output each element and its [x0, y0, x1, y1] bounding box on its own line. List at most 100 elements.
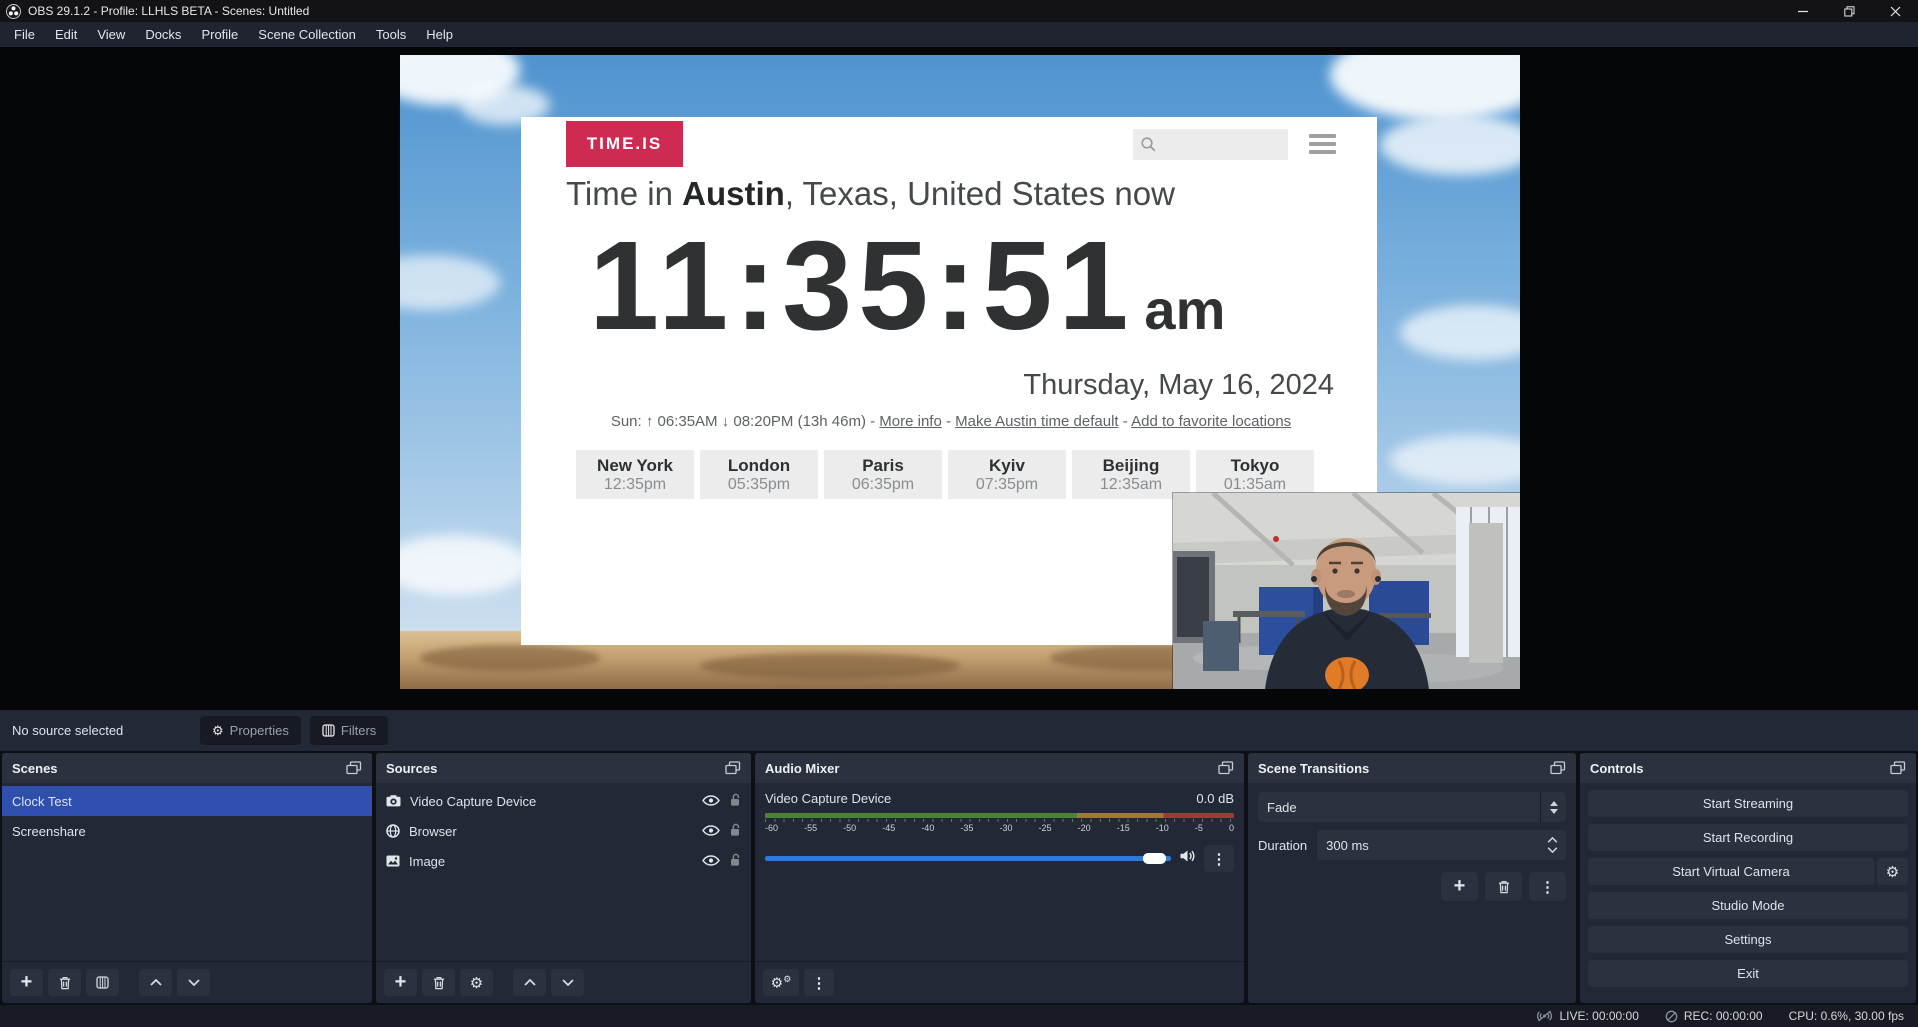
restore-button[interactable]	[1826, 0, 1872, 22]
sources-toolbar: + ⚙	[376, 961, 751, 1003]
menu-help[interactable]: Help	[416, 22, 463, 47]
webcam-video	[1173, 493, 1520, 689]
filter-icon	[322, 724, 335, 737]
duration-spinbox[interactable]: 300 ms	[1317, 830, 1566, 860]
remove-transition-button[interactable]	[1485, 872, 1522, 901]
add-transition-button[interactable]: +	[1441, 872, 1478, 901]
filters-button[interactable]: Filters	[310, 716, 388, 745]
no-source-label: No source selected	[12, 723, 200, 738]
mixer-menu-button[interactable]: ⋮	[804, 969, 834, 996]
source-toolbar: No source selected ⚙ Properties Filters	[0, 710, 1918, 751]
mixer-db-value: 0.0 dB	[1196, 791, 1234, 806]
add-scene-button[interactable]: +	[10, 969, 43, 996]
menu-docks[interactable]: Docks	[135, 22, 191, 47]
transition-properties-button[interactable]: ⋮	[1529, 872, 1566, 901]
visibility-eye-icon[interactable]	[702, 824, 720, 839]
lock-icon[interactable]	[729, 793, 741, 810]
advanced-audio-button[interactable]: ⚙⚙	[763, 969, 799, 996]
scene-transitions-panel: Scene Transitions Fade Duration 300 ms	[1248, 753, 1576, 1003]
settings-button[interactable]: Settings	[1588, 926, 1908, 953]
image-icon	[386, 855, 400, 867]
menu-view[interactable]: View	[87, 22, 135, 47]
controls-panel: Controls Start Streaming Start Recording…	[1580, 753, 1916, 1003]
popout-icon[interactable]	[1218, 761, 1234, 775]
source-properties-button[interactable]: ⚙	[460, 969, 493, 996]
add-source-button[interactable]: +	[384, 969, 417, 996]
exit-button[interactable]: Exit	[1588, 960, 1908, 987]
move-scene-down-button[interactable]	[177, 969, 210, 996]
lock-icon[interactable]	[729, 853, 741, 870]
visibility-eye-icon[interactable]	[702, 854, 720, 869]
trash-icon	[1498, 880, 1510, 894]
search-icon	[1140, 136, 1157, 153]
preview-canvas[interactable]: TIME.IS Time in Austin, Texas, United St…	[400, 55, 1520, 689]
gear-icon: ⚙	[470, 974, 483, 992]
trash-icon	[433, 976, 445, 990]
chevron-up-icon	[524, 979, 536, 986]
move-source-up-button[interactable]	[513, 969, 546, 996]
clock-digits: 11:35:51	[589, 213, 1134, 358]
popout-icon[interactable]	[346, 761, 362, 775]
webcam-source	[1173, 493, 1520, 689]
source-item-video-capture[interactable]: Video Capture Device	[376, 786, 751, 816]
menu-edit[interactable]: Edit	[45, 22, 87, 47]
cloud	[1330, 55, 1520, 120]
menu-file[interactable]: File	[4, 22, 45, 47]
transition-selected-value: Fade	[1258, 800, 1297, 815]
transitions-title: Scene Transitions	[1258, 761, 1369, 776]
volume-slider-handle[interactable]	[1143, 853, 1166, 864]
dock-area: Scenes Clock Test Screenshare + Sources …	[0, 751, 1918, 1005]
live-status: LIVE: 00:00:00	[1536, 1009, 1638, 1023]
start-streaming-button[interactable]: Start Streaming	[1588, 790, 1908, 817]
move-scene-up-button[interactable]	[139, 969, 172, 996]
world-clock-tokyo: Tokyo01:35am	[1196, 450, 1314, 499]
hamburger-menu-icon	[1309, 134, 1336, 158]
filter-icon	[96, 976, 109, 989]
source-item-browser[interactable]: Browser	[376, 816, 751, 846]
globe-icon	[386, 824, 400, 838]
mixer-channel-menu-button[interactable]: ⋮	[1204, 845, 1234, 872]
mixer-channel-name: Video Capture Device	[765, 791, 891, 806]
scene-filters-button[interactable]	[86, 969, 119, 996]
scene-item-clock-test[interactable]: Clock Test	[2, 786, 372, 816]
close-button[interactable]	[1872, 0, 1918, 22]
world-clock-kyiv: Kyiv07:35pm	[948, 450, 1066, 499]
duration-value: 300 ms	[1317, 838, 1369, 853]
obs-logo-icon	[6, 4, 21, 19]
start-virtual-camera-button[interactable]: Start Virtual Camera	[1588, 858, 1874, 885]
minimize-button[interactable]	[1780, 0, 1826, 22]
properties-button[interactable]: ⚙ Properties	[200, 716, 301, 745]
clock-ampm: am	[1144, 277, 1225, 342]
remove-scene-button[interactable]	[48, 969, 81, 996]
menu-tools[interactable]: Tools	[366, 22, 416, 47]
studio-mode-button[interactable]: Studio Mode	[1588, 892, 1908, 919]
menu-profile[interactable]: Profile	[191, 22, 248, 47]
move-source-down-button[interactable]	[551, 969, 584, 996]
scene-item-screenshare[interactable]: Screenshare	[2, 816, 372, 846]
menu-scene-collection[interactable]: Scene Collection	[248, 22, 366, 47]
combo-arrows-icon	[1540, 792, 1566, 822]
mixer-toolbar: ⚙⚙ ⋮	[755, 961, 1244, 1003]
speaker-icon[interactable]	[1179, 849, 1196, 868]
cpu-status: CPU: 0.6%, 30.00 fps	[1789, 1009, 1904, 1023]
scenes-panel: Scenes Clock Test Screenshare +	[2, 753, 372, 1003]
source-item-image[interactable]: Image	[376, 846, 751, 876]
favorite-link: Add to favorite locations	[1131, 413, 1291, 430]
virtual-camera-settings-button[interactable]: ⚙	[1877, 858, 1908, 885]
meter-scale: -60-55-50-45-40-35-30-25-20-15-10-50	[765, 819, 1234, 837]
lock-icon[interactable]	[729, 823, 741, 840]
timeis-clock: 11:35:51 am	[589, 213, 1225, 358]
timeis-heading: Time in Austin, Texas, United States now	[566, 175, 1175, 213]
menu-bar: File Edit View Docks Profile Scene Colle…	[0, 22, 1918, 47]
popout-icon[interactable]	[1890, 761, 1906, 775]
popout-icon[interactable]	[1550, 761, 1566, 775]
volume-slider[interactable]	[765, 856, 1171, 861]
trash-icon	[59, 976, 71, 990]
spin-down-icon	[1547, 847, 1558, 853]
remove-source-button[interactable]	[422, 969, 455, 996]
start-recording-button[interactable]: Start Recording	[1588, 824, 1908, 851]
visibility-eye-icon[interactable]	[702, 794, 720, 809]
world-clock-london: London05:35pm	[700, 450, 818, 499]
transition-select[interactable]: Fade	[1258, 792, 1566, 822]
popout-icon[interactable]	[725, 761, 741, 775]
